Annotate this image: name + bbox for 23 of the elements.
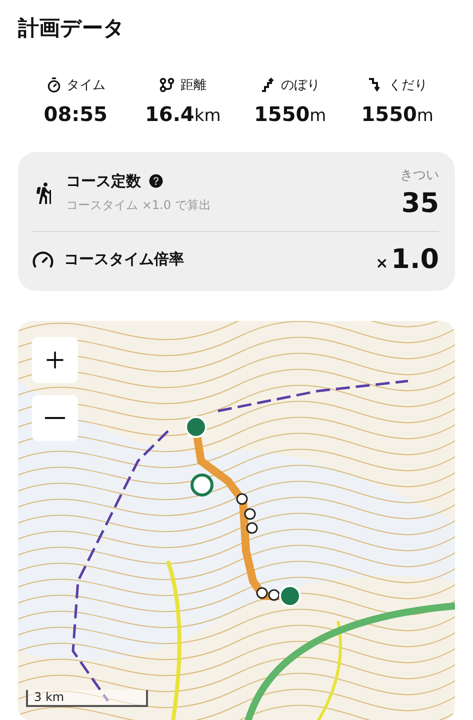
course-constant-note: コースタイム ×1.0 で算出 bbox=[66, 196, 212, 214]
stat-label: 距離 bbox=[180, 77, 206, 94]
course-time-rate-label: コースタイム倍率 bbox=[64, 250, 185, 269]
minus-icon bbox=[45, 417, 65, 419]
course-constant-label: コース定数 bbox=[66, 172, 141, 190]
stat-value: 16.4km bbox=[144, 102, 221, 126]
difficulty-rating: きつい bbox=[400, 167, 439, 184]
gauge-icon bbox=[32, 248, 54, 270]
stat-value: 08:55 bbox=[44, 102, 108, 126]
stat-value: 1550m bbox=[361, 102, 434, 126]
course-time-rate-value: ×1.0 bbox=[376, 244, 439, 275]
scale-bar: 3 km bbox=[26, 690, 148, 707]
help-icon[interactable] bbox=[147, 172, 165, 190]
route-icon bbox=[159, 77, 176, 93]
zoom-in-button[interactable] bbox=[32, 337, 78, 383]
stat-label: のぼり bbox=[281, 77, 320, 94]
stat-value: 1550m bbox=[254, 102, 326, 126]
page-title: 計画データ bbox=[18, 15, 126, 42]
ascent-icon bbox=[260, 77, 276, 93]
stat-label: くだり bbox=[388, 77, 428, 94]
stat-label: タイム bbox=[66, 77, 106, 94]
stopwatch-icon bbox=[46, 77, 62, 93]
course-constant-value: 35 bbox=[401, 188, 439, 219]
